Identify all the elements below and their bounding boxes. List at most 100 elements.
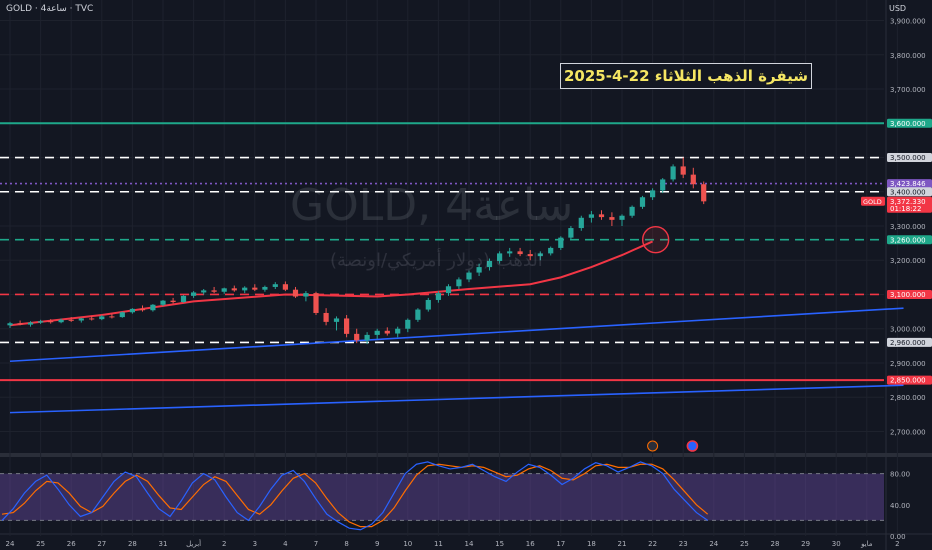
time-tick-label: 7	[314, 540, 318, 548]
candle-body	[558, 237, 564, 248]
candle-body	[650, 190, 656, 198]
candle-body	[405, 319, 411, 329]
candle-body	[231, 288, 237, 291]
time-tick-label: 2	[222, 540, 226, 548]
flag-event-icon	[686, 440, 699, 452]
candle-body	[68, 319, 74, 321]
headline-text-box[interactable]: شيفرة الذهب الثلاثاء 22-4-2025	[560, 63, 812, 89]
symbol-tag-label: GOLD	[863, 198, 882, 206]
candle-body	[150, 304, 156, 311]
candle-body	[129, 308, 135, 313]
time-tick-label: 25	[740, 540, 749, 548]
candle-body	[48, 321, 54, 323]
candle-body	[38, 321, 44, 323]
candle-body	[609, 217, 615, 220]
time-tick-label: 17	[556, 540, 565, 548]
time-tick-label: 28	[771, 540, 780, 548]
candle-body	[221, 288, 227, 292]
price-tag-label: 3,260.000	[890, 236, 926, 244]
time-tick-label: 2	[895, 540, 899, 548]
candle-body	[89, 318, 95, 320]
candle-body	[303, 293, 309, 297]
candle-body	[292, 289, 299, 297]
price-tick-label: 3,800.000	[890, 52, 926, 60]
time-tick-label: 10	[403, 540, 412, 548]
price-tick-label: 2,800.000	[890, 394, 926, 402]
highlight-circle	[641, 225, 670, 254]
price-tag-label: 3,423.846	[890, 180, 926, 188]
candle-body	[374, 330, 380, 335]
price-tag-label: 3,100.000	[890, 291, 926, 299]
candle-body	[670, 166, 676, 180]
time-tick-label: 16	[526, 540, 535, 548]
candle-body	[425, 299, 431, 310]
price-tick-label: 2,700.000	[890, 428, 926, 436]
time-tick-label: 28	[128, 540, 137, 548]
price-tick-label: 3,300.000	[890, 223, 926, 231]
candle-body	[160, 300, 166, 305]
candle-body	[58, 319, 64, 323]
candle-body	[660, 179, 666, 191]
rsi-tick-label: 80.00	[890, 471, 910, 479]
pane-separator	[0, 453, 932, 457]
price-tag-label: 3,600.000	[890, 120, 926, 128]
candle-body	[588, 214, 594, 218]
candle-body	[445, 286, 452, 294]
candle-body	[680, 166, 686, 175]
candle-body	[78, 318, 84, 321]
time-tick-label: 21	[618, 540, 627, 548]
candle-body	[548, 247, 554, 254]
candle-body	[313, 293, 319, 313]
time-tick-label: 30	[832, 540, 841, 548]
time-tick-label: 3	[253, 540, 257, 548]
time-tick-label: 14	[465, 540, 474, 548]
time-tick-label: 26	[67, 540, 76, 548]
currency-label[interactable]: USD	[889, 4, 906, 13]
candle-body	[598, 214, 605, 218]
candle-body	[364, 334, 370, 341]
candle-body	[262, 286, 268, 290]
candle-body	[191, 292, 197, 296]
candle-body	[466, 272, 472, 280]
rsi-band	[0, 473, 884, 521]
candle-body	[180, 295, 187, 303]
candle-body	[323, 312, 329, 322]
candle-body	[578, 217, 584, 229]
price-tick-label: 3,000.000	[890, 326, 926, 334]
candle-body	[201, 290, 207, 293]
candle-body	[252, 287, 258, 290]
candle-body	[17, 323, 23, 325]
lightning-icon	[647, 440, 659, 452]
candle-body	[639, 197, 646, 207]
candle-body	[354, 333, 360, 341]
candle-body	[619, 215, 625, 220]
time-tick-label: 22	[648, 540, 657, 548]
time-tick-label: 24	[709, 540, 718, 548]
candle-body	[690, 174, 696, 185]
candle-body	[384, 330, 390, 334]
rsi-tick-label: 40.00	[890, 502, 910, 510]
candle-body	[333, 318, 340, 322]
price-tick-label: 3,900.000	[890, 18, 926, 26]
candle-body	[344, 318, 350, 334]
time-tick-label: أبريل	[186, 539, 201, 548]
time-tick-label: 11	[434, 540, 443, 548]
candle-body	[415, 309, 421, 320]
candle-body	[242, 287, 248, 291]
description-watermark: الذهب (دولار أمريكي/اونصة)	[330, 250, 543, 271]
candle-body	[211, 290, 217, 292]
symbol-watermark: GOLD, 4ساعة	[290, 180, 574, 231]
time-tick-label: مايو	[860, 540, 873, 548]
symbol-legend[interactable]: GOLD · 4ساعة · TVC	[6, 4, 93, 14]
time-tick-label: 15	[495, 540, 504, 548]
candle-body	[629, 206, 635, 216]
time-tick-label: 29	[801, 540, 810, 548]
candle-body	[435, 293, 441, 300]
price-tag-label: 2,960.000	[890, 339, 926, 347]
candle-body	[109, 316, 115, 318]
candle-body	[456, 279, 462, 287]
price-tick-label: 2,900.000	[890, 360, 926, 368]
time-tick-label: 25	[36, 540, 45, 548]
candle-body	[7, 323, 13, 326]
candle-body	[99, 316, 105, 320]
